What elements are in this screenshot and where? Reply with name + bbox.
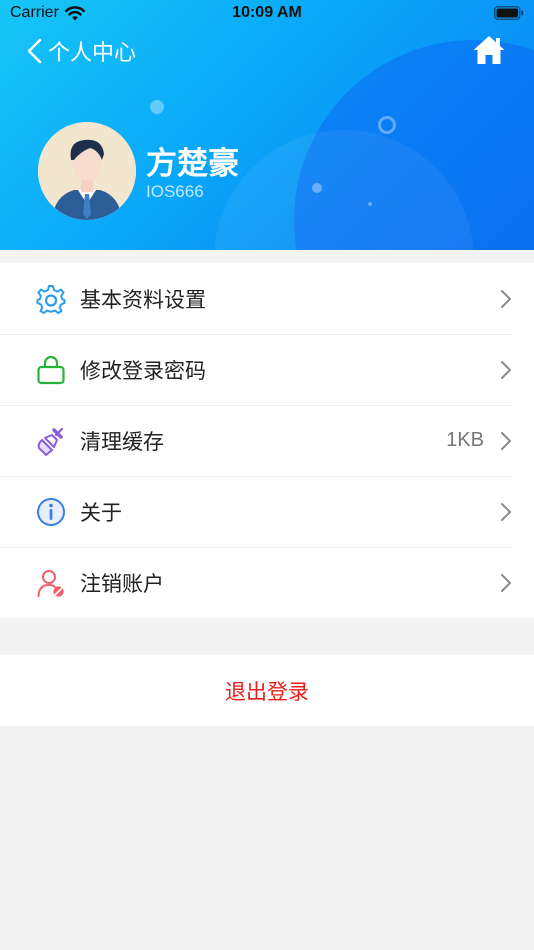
menu-item-label: 修改登录密码	[80, 358, 206, 383]
menu-item-label: 注销账户	[80, 571, 164, 596]
user-id: IOS666	[146, 182, 204, 201]
header-decoration	[378, 116, 396, 134]
menu-item-clear-cache[interactable]: 清理缓存 1KB	[0, 405, 534, 476]
chevron-right-icon	[501, 360, 511, 379]
back-button[interactable]: 个人中心	[26, 34, 136, 68]
info-icon	[37, 497, 65, 526]
settings-menu: 基本资料设置 修改登录密码 清理缓存 1KB 关于 注销账户	[0, 263, 534, 618]
profile-header: Carrier 10:09 AM 个人中心 方楚豪 IOS666	[0, 0, 534, 250]
menu-item-label: 基本资料设置	[80, 287, 206, 312]
header-decoration	[312, 183, 322, 193]
avatar[interactable]	[38, 122, 136, 220]
chevron-right-icon	[501, 573, 511, 592]
chevron-left-icon	[27, 38, 42, 64]
chevron-right-icon	[501, 289, 511, 308]
logout-button[interactable]: 退出登录	[0, 655, 534, 726]
header-decoration	[368, 202, 372, 206]
menu-item-about[interactable]: 关于	[0, 476, 534, 547]
gear-icon	[36, 284, 66, 314]
header-decoration	[150, 100, 164, 114]
page-title: 个人中心	[48, 41, 137, 66]
menu-item-label: 清理缓存	[80, 429, 164, 454]
businessman-avatar-icon	[38, 122, 136, 220]
cache-size: 1KB	[446, 429, 484, 451]
user-name: 方楚豪	[146, 146, 239, 182]
home-icon[interactable]	[472, 34, 506, 66]
menu-item-label: 关于	[80, 500, 122, 525]
user-cancel-icon	[37, 569, 64, 597]
lock-icon	[37, 355, 65, 384]
battery-icon	[494, 6, 524, 20]
logout-label: 退出登录	[225, 679, 309, 704]
status-bar: Carrier 10:09 AM	[0, 0, 534, 28]
status-time: 10:09 AM	[232, 4, 302, 21]
menu-item-profile-settings[interactable]: 基本资料设置	[0, 263, 534, 334]
menu-item-delete-account[interactable]: 注销账户	[0, 547, 534, 618]
brush-icon	[37, 427, 64, 456]
chevron-right-icon	[501, 431, 511, 450]
chevron-right-icon	[501, 502, 511, 521]
menu-item-change-password[interactable]: 修改登录密码	[0, 334, 534, 405]
